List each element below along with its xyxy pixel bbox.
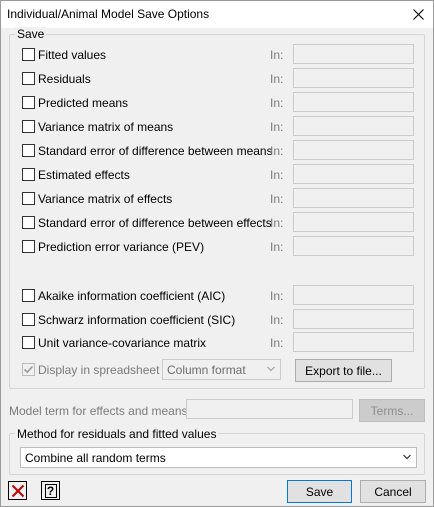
in-field[interactable] [293,92,414,112]
model-term-label: Model term for effects and means: [9,404,191,418]
option-variance-matrix-effects[interactable]: Variance matrix of effects In: [22,188,422,208]
checkbox[interactable] [22,48,35,61]
in-label: In: [270,313,284,327]
method-select[interactable]: Combine all random terms [20,447,417,468]
option-label: Estimated effects [38,168,130,182]
option-label: Fitted values [38,48,107,62]
checkbox[interactable] [22,240,35,253]
cancel-button[interactable]: Cancel [360,480,426,503]
method-group-legend: Method for residuals and fitted values [15,427,219,441]
in-label: In: [270,240,284,254]
option-predicted-means[interactable]: Predicted means In: [22,92,422,112]
in-label: In: [270,96,284,110]
in-label: In: [270,216,284,230]
option-sed-means[interactable]: Standard error of difference between mea… [22,140,422,160]
checkbox[interactable] [22,72,35,85]
checkbox[interactable] [22,168,35,181]
chevron-down-icon [402,451,412,465]
checkbox[interactable] [22,120,35,133]
in-field[interactable] [293,44,414,64]
option-sic[interactable]: Schwarz information coefficient (SIC) In… [22,309,422,329]
in-field[interactable] [293,140,414,160]
option-label: Standard error of difference between eff… [38,216,272,230]
help-icon[interactable]: ? [41,481,60,500]
option-estimated-effects[interactable]: Estimated effects In: [22,164,422,184]
in-label: In: [270,72,284,86]
in-field[interactable] [293,212,414,232]
checkbox[interactable] [22,313,35,326]
checkbox[interactable] [22,336,35,349]
option-label: Schwarz information coefficient (SIC) [38,313,236,327]
export-to-file-button[interactable]: Export to file... [295,359,392,382]
save-group-legend: Save [15,27,47,41]
terms-button[interactable]: Terms... [359,399,425,422]
checkbox[interactable] [22,192,35,205]
in-label: In: [270,144,284,158]
in-label: In: [270,289,284,303]
in-field[interactable] [293,188,414,208]
display-label: Display in spreadsheet in: [38,363,176,377]
checkbox[interactable] [22,144,35,157]
option-residuals[interactable]: Residuals In: [22,68,422,88]
option-aic[interactable]: Akaike information coefficient (AIC) In: [22,285,422,305]
in-field[interactable] [293,116,414,136]
in-label: In: [270,168,284,182]
checkbox[interactable] [22,96,35,109]
option-label: Prediction error variance (PEV) [38,240,205,254]
clear-icon[interactable] [8,481,27,500]
in-field[interactable] [293,309,414,329]
checkmark-icon [23,365,34,374]
display-checkbox[interactable] [22,363,35,376]
option-unit-vcov[interactable]: Unit variance-covariance matrix In: [22,332,422,352]
method-value: Combine all random terms [25,451,166,465]
option-pev[interactable]: Prediction error variance (PEV) In: [22,236,422,256]
chevron-down-icon [266,363,276,377]
in-field[interactable] [293,332,414,352]
close-icon[interactable] [403,1,433,28]
in-field[interactable] [293,236,414,256]
checkbox[interactable] [22,216,35,229]
in-label: In: [270,48,284,62]
checkbox[interactable] [22,289,35,302]
in-label: In: [270,336,284,350]
in-field[interactable] [293,285,414,305]
option-variance-matrix-means[interactable]: Variance matrix of means In: [22,116,422,136]
title-bar: Individual/Animal Model Save Options [1,1,433,28]
display-in-spreadsheet[interactable]: Display in spreadsheet in: [22,361,175,379]
option-label: Predicted means [38,96,129,110]
dialog-window: Individual/Animal Model Save Options Sav… [0,0,434,507]
display-format-value: Column format [167,363,246,377]
in-field[interactable] [293,164,414,184]
model-term-input[interactable] [186,399,353,419]
option-fitted-values[interactable]: Fitted values In: [22,44,422,64]
in-field[interactable] [293,68,414,88]
display-format-select[interactable]: Column format [162,359,281,380]
option-label: Standard error of difference between mea… [38,144,273,158]
option-label: Unit variance-covariance matrix [38,336,207,350]
save-button[interactable]: Save [287,480,352,503]
option-label: Akaike information coefficient (AIC) [38,289,226,303]
option-label: Variance matrix of means [38,120,174,134]
option-sed-effects[interactable]: Standard error of difference between eff… [22,212,422,232]
in-label: In: [270,120,284,134]
window-title: Individual/Animal Model Save Options [7,7,210,21]
option-label: Variance matrix of effects [38,192,173,206]
in-label: In: [270,192,284,206]
option-label: Residuals [38,72,91,86]
